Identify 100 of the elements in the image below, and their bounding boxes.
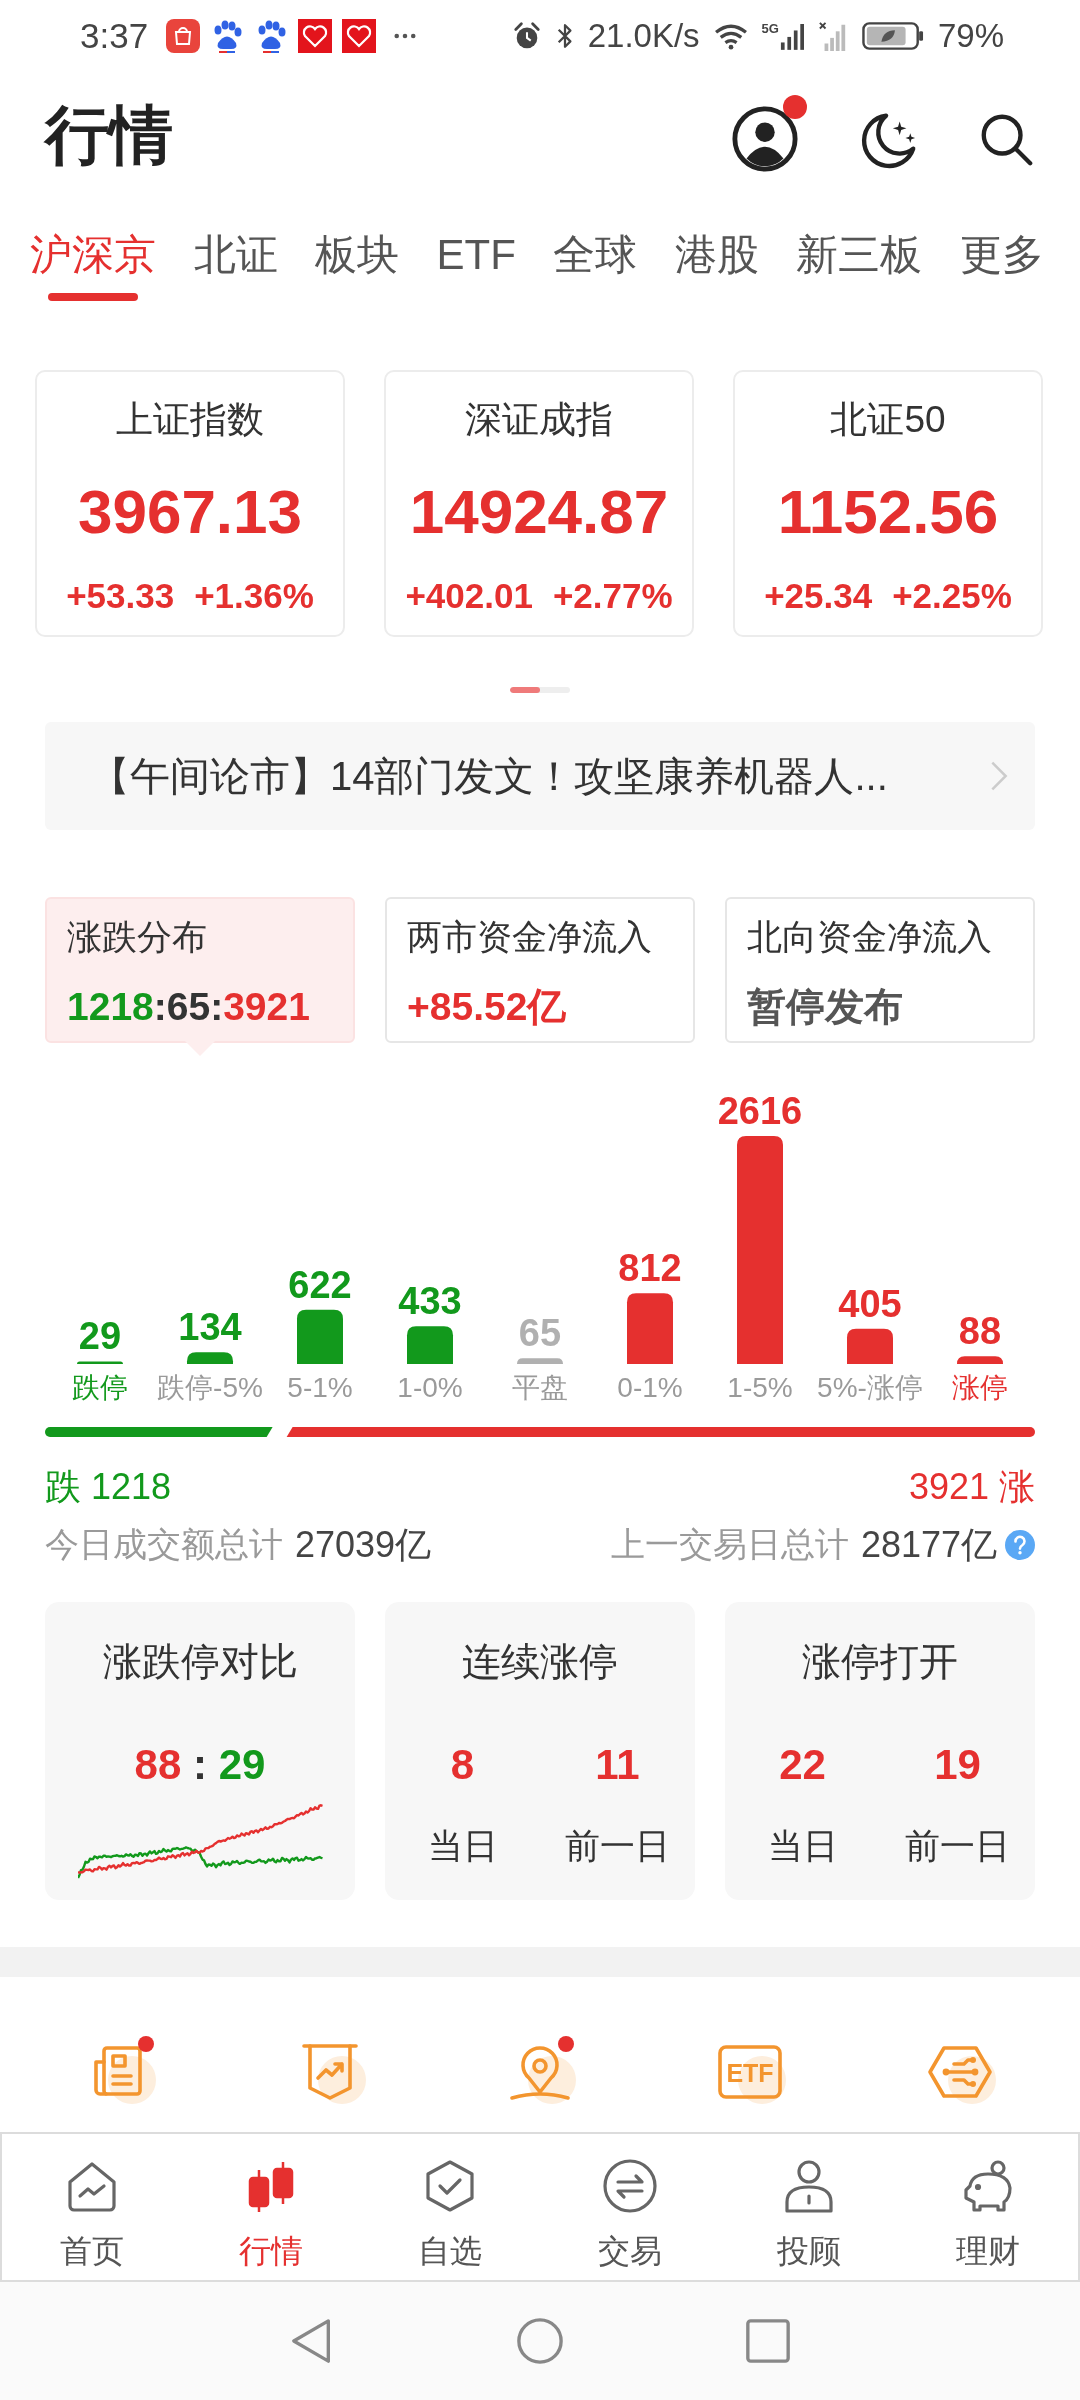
index-name: 北证50 [830,398,946,442]
limit-count: 22 [779,1743,826,1787]
battery-icon [861,21,924,51]
limit-count-label: 前一日 [565,1825,670,1867]
signal-icon [779,22,804,50]
network-speed: 21.0K/s [587,17,700,55]
index-change: +402.01 [405,575,533,617]
page-indicator [510,687,570,693]
stat-title: 涨跌分布 [67,916,207,958]
bar-value-label: 88 [958,1310,1002,1353]
limit-count-label: 当日 [767,1825,838,1867]
bar-value-label: 433 [398,1280,462,1323]
wifi-icon [713,22,748,50]
stat-card[interactable]: 涨跌分布 1218:65:3921 [45,897,355,1043]
limit-card-title: 涨跌停对比 [102,1639,298,1685]
market-tab[interactable]: 板块 [315,205,400,281]
news-banner[interactable]: 【午间论市】14部门发文！攻坚康养机器人... [45,722,1035,830]
limit-count: 11 [595,1743,640,1787]
limit-ratio: 88 : 29 [134,1743,266,1787]
home-circle-icon[interactable] [516,2317,564,2365]
turnover-label: 今日成交额总计 [45,1524,283,1565]
index-card[interactable]: 上证指数 3967.13 +53.33 +1.36% [35,370,345,637]
stat-title: 北向资金净流入 [747,916,992,958]
limit-count-label: 当日 [427,1825,498,1867]
bluetooth-icon [555,21,574,51]
market-tab[interactable]: 新三板 [796,205,923,281]
heart-app-icon [298,19,333,53]
battery-level: 79% [937,17,1004,55]
stat-value: 1218:65:3921 [67,984,310,1030]
rise-count: 3921 涨 [908,1464,1035,1509]
category-label: 跌停-5% [157,1372,263,1403]
nav-tab[interactable]: 投顾 [719,2134,899,2280]
stat-title: 两市资金净流入 [407,916,652,958]
limit-card[interactable]: 涨停打开 22 当日 19 前一日 [725,1602,1035,1900]
index-change-percent: +1.36% [194,575,314,617]
index-change: +25.34 [764,575,873,617]
index-name: 上证指数 [116,398,264,442]
bar-value-label: 2616 [717,1090,803,1132]
market-tab[interactable]: 港股 [674,205,759,281]
limit-card[interactable]: 涨跌停对比 88 : 29 [45,1602,355,1900]
index-change-percent: +2.77% [552,575,673,617]
etf-label: ETF [726,2058,774,2087]
index-change: +53.33 [66,575,175,617]
network-type: 5G [761,22,779,35]
market-tab[interactable]: 北证 [193,205,278,281]
nav-tab[interactable]: 行情 [181,2134,361,2280]
turnover-value: 27039亿 [295,1522,432,1567]
stat-card[interactable]: 北向资金净流入 暂停发布 [725,897,1035,1043]
more-dots-icon [394,32,417,40]
market-tab[interactable]: ETF [436,205,516,281]
bar-value-label: 622 [288,1263,352,1306]
nav-tab[interactable]: 自选 [360,2134,540,2280]
category-label: 5%-涨停 [817,1372,923,1403]
limit-card[interactable]: 连续涨停 8 当日 11 前一日 [385,1602,695,1900]
bar-value-label: 29 [78,1315,122,1358]
stat-value: 暂停发布 [747,984,903,1030]
bar-value-label: 405 [838,1282,902,1325]
status-time: 3:37 [80,16,149,56]
no-signal-icon [817,21,848,51]
avatar-icon[interactable] [731,104,799,173]
alarm-icon [511,21,542,51]
index-change-percent: +2.25% [892,575,1012,617]
index-value: 14924.87 [409,477,669,547]
news-headline: 【午间论市】14部门发文！攻坚康养机器人... [90,752,888,800]
bar-value-label: 65 [518,1312,562,1355]
turnover-label: 上一交易日总计 [610,1524,849,1565]
pointer-triangle-icon [185,1041,215,1057]
page-title: 行情 [45,97,173,173]
market-tab[interactable]: 更多 [959,205,1044,281]
limit-card-title: 涨停打开 [802,1639,958,1685]
market-tab[interactable]: 全球 [553,205,638,281]
recent-apps-icon[interactable] [744,2317,792,2365]
index-card[interactable]: 北证50 1152.56 +25.34 +2.25% [733,370,1043,637]
category-label: 涨停 [952,1372,1008,1403]
category-label: 1-5% [727,1372,793,1403]
limit-card-title: 连续涨停 [462,1639,618,1685]
fall-count: 跌 1218 [45,1464,172,1509]
index-name: 深证成指 [465,398,613,442]
stat-value: +85.52亿 [407,984,567,1030]
index-card[interactable]: 深证成指 14924.87 +402.01 +2.77% [384,370,694,637]
nav-tab[interactable]: 理财 [898,2134,1078,2280]
category-label: 5-1% [287,1372,353,1403]
limit-count: 19 [934,1743,981,1787]
index-value: 3967.13 [77,477,303,547]
bar-value-label: 134 [178,1306,242,1349]
nav-tab[interactable]: 交易 [540,2134,720,2280]
category-label: 跌停 [72,1372,128,1403]
category-label: 平盘 [512,1372,568,1403]
limit-count: 8 [450,1743,475,1787]
category-label: 1-0% [397,1372,463,1403]
app-store-icon [166,19,201,53]
turnover-value: 28177亿 [860,1522,997,1567]
heart-app-icon [342,19,377,53]
category-label: 0-1% [617,1372,683,1403]
stat-card[interactable]: 两市资金净流入 +85.52亿 [385,897,695,1043]
nav-tab[interactable]: 首页 [2,2134,182,2280]
chevron-right-icon [989,759,1009,793]
help-icon[interactable] [1005,1530,1035,1560]
market-tab[interactable]: 沪深京 [30,205,156,301]
bar-value-label: 812 [618,1247,682,1290]
